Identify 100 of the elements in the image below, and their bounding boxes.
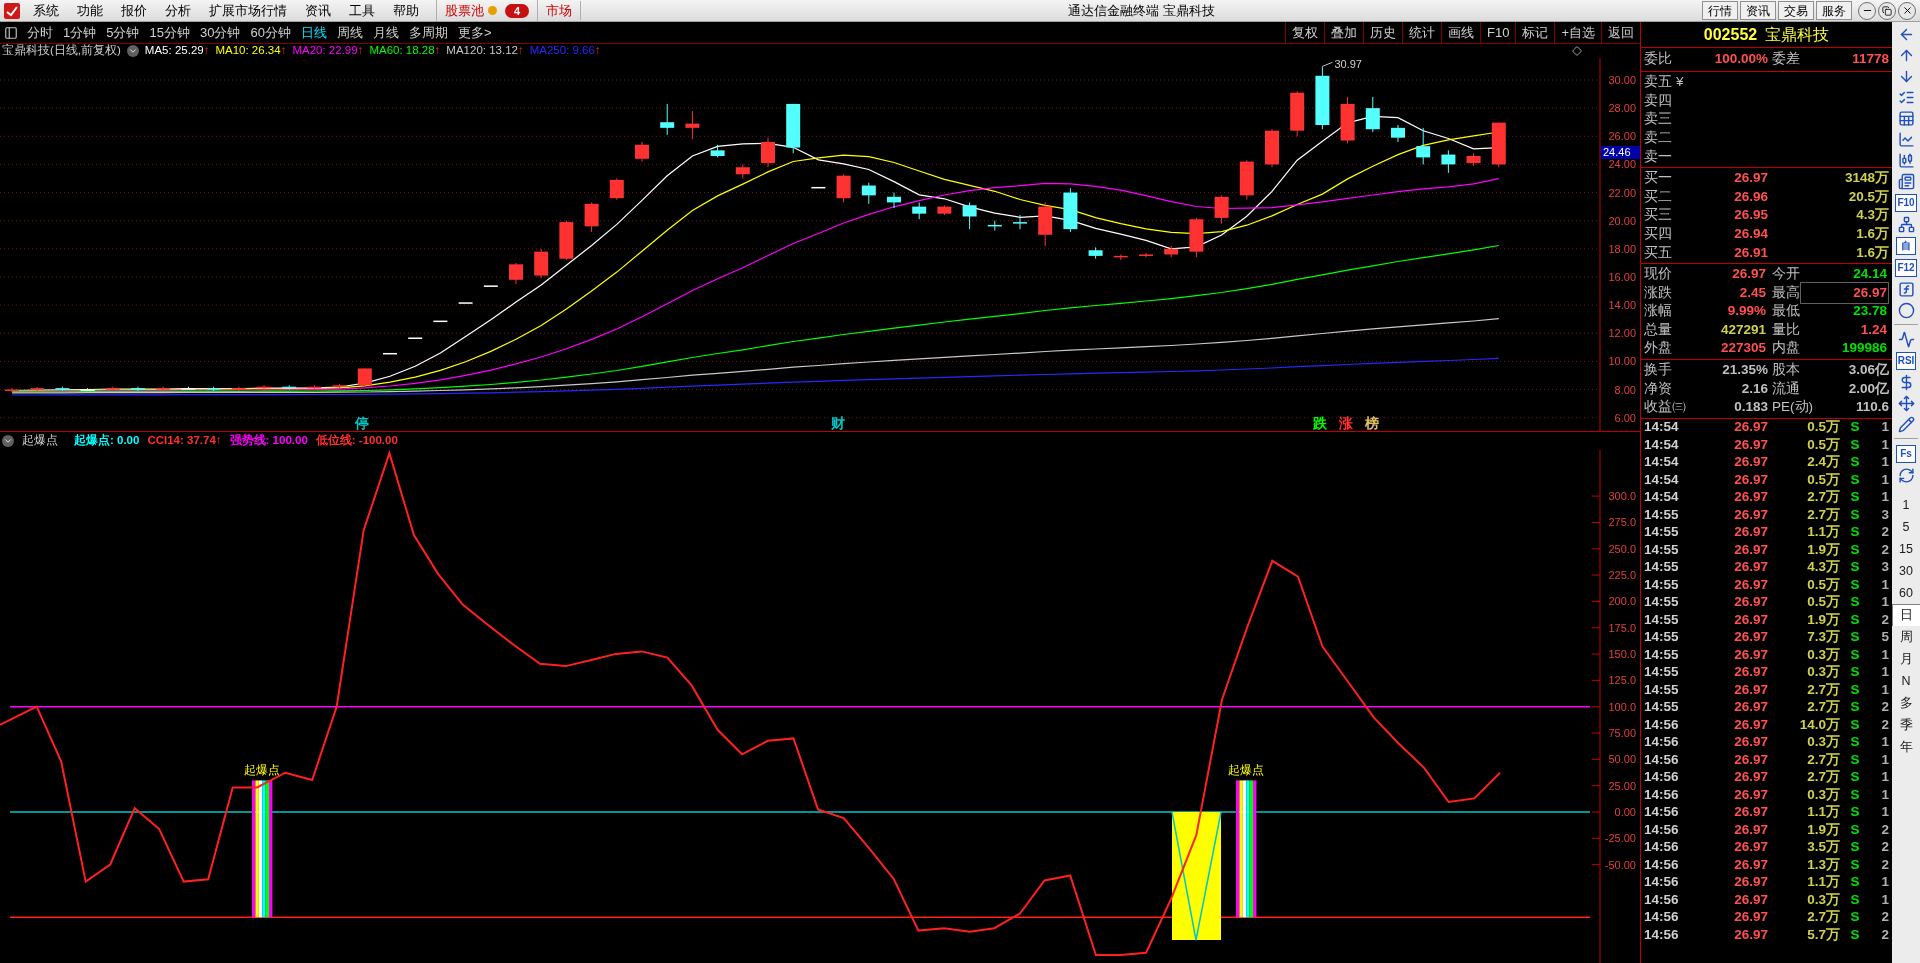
period-tab[interactable]: 1分钟 [58,22,102,43]
tick-time: 14:56 [1644,785,1680,804]
circle-icon[interactable] [1897,302,1915,319]
period-tab[interactable]: 30分钟 [194,22,246,43]
chart-tool-button[interactable]: 叠加 [1324,22,1363,43]
candlestick [912,201,927,220]
chart-tool-button[interactable]: 返回 [1601,22,1640,43]
chart-tool-button[interactable]: 历史 [1363,22,1402,43]
chart-tool-button[interactable]: +自选 [1554,22,1601,43]
menu-item[interactable]: 资讯 [296,0,340,21]
tool-button[interactable]: 自 [1896,237,1916,255]
tree-icon[interactable] [1897,216,1915,233]
period-button[interactable]: 1 [1892,494,1920,516]
checklist-icon[interactable] [1897,89,1915,106]
chart-tool-button[interactable]: 画线 [1441,22,1480,43]
period-tab[interactable]: 更多> [452,22,497,43]
tool-button[interactable]: F10 [1895,194,1917,212]
period-tab[interactable]: 15分钟 [144,22,195,43]
top-nav-button[interactable]: 资讯 [1740,1,1776,20]
period-button[interactable]: 5 [1892,516,1920,538]
period-tab[interactable]: 5分钟 [101,22,145,43]
line-chart-icon[interactable] [1897,131,1915,148]
function-icon[interactable] [1897,281,1915,298]
period-tab[interactable]: 日线 [295,22,332,43]
top-nav-button[interactable]: 交易 [1778,1,1814,20]
period-button[interactable]: 周 [1892,626,1920,648]
tick-volume: 1.1万 [1806,523,1840,542]
field-label: 买三 [1644,206,1673,225]
tick-volume: 2.7万 [1806,680,1840,699]
pencil-icon[interactable] [1897,416,1915,433]
wave-icon[interactable] [1897,331,1915,348]
tick-time: 14:56 [1644,820,1680,839]
tick-count: 1 [1880,890,1889,909]
tool-button[interactable]: F12 [1895,259,1917,277]
candlestick-icon[interactable] [1897,152,1915,169]
period-tab[interactable]: 60分钟 [245,22,296,43]
axis-label: 300.0 [1608,490,1636,503]
candlestick [433,320,448,323]
axis-label: 18.00 [1608,242,1636,255]
stock-pool-menu[interactable]: 股票池 [445,0,484,21]
period-button[interactable]: 60 [1892,582,1920,604]
tool-button[interactable]: Fs [1896,445,1916,463]
period-button[interactable]: 30 [1892,560,1920,582]
tick-side: S [1849,628,1861,647]
move-icon[interactable] [1897,395,1915,412]
tick-price: 26.97 [1733,768,1768,787]
tick-count: 1 [1880,750,1889,769]
period-tab[interactable]: 周线 [331,22,368,43]
tick-count: 1 [1880,453,1889,472]
period-button[interactable]: 月 [1892,648,1920,670]
tick-volume: 14.0万 [1798,715,1840,734]
close-button[interactable] [1898,1,1916,20]
period-button[interactable]: 年 [1892,736,1920,758]
tick-volume: 1.1万 [1806,803,1840,822]
period-button[interactable]: 15 [1892,538,1920,560]
menu-item[interactable]: 系统 [24,0,68,21]
candlestick [1441,149,1456,174]
tool-button[interactable]: RSI [1895,352,1917,370]
top-nav-button[interactable]: 服务 [1816,1,1852,20]
tick-volume: 0.3万 [1806,733,1840,752]
period-button[interactable]: 季 [1892,714,1920,736]
tick-side: S [1849,715,1861,734]
field-label: 股本 [1772,361,1800,380]
candlestick [206,386,221,392]
restore-button[interactable] [1878,1,1896,20]
axis-label: 275.0 [1608,516,1636,529]
period-button[interactable]: 日 [1892,604,1920,626]
period-tab[interactable]: 分时 [22,22,58,43]
restore-icon [1882,5,1892,16]
tick-count: 1 [1880,680,1889,699]
period-button[interactable]: N [1892,670,1920,692]
chart-tool-button[interactable]: 统计 [1402,22,1441,43]
candlestick [836,173,851,203]
menu-item[interactable]: 扩展市场行情 [200,0,296,21]
period-tab[interactable]: 多周期 [403,22,453,43]
dropdown-icon[interactable] [126,45,139,57]
market-menu[interactable]: 市场 [538,0,582,21]
period-button[interactable]: 多 [1892,692,1920,714]
chart-tool-button[interactable]: 标记 [1515,22,1555,43]
refresh-icon[interactable] [1897,467,1915,484]
menu-item[interactable]: 分析 [156,0,200,21]
chart-tool-button[interactable]: F10 [1480,22,1516,43]
period-tab[interactable]: 月线 [367,22,404,43]
table-icon[interactable] [1897,110,1915,127]
chart-tool-button[interactable]: 复权 [1285,22,1324,43]
menu-item[interactable]: 功能 [68,0,112,21]
minimize-button[interactable] [1858,1,1876,20]
axis-label: 150.0 [1608,648,1636,661]
top-nav-button[interactable]: 行情 [1702,1,1738,20]
menu-item[interactable]: 报价 [112,0,156,21]
candlestick [710,144,725,158]
field-value: 199986 [1840,339,1888,358]
menu-item[interactable]: 工具 [340,0,384,21]
field-label: 买五 [1644,243,1673,262]
panel-toggle-icon[interactable] [4,25,18,40]
candlestick [1416,127,1431,165]
dropdown-icon[interactable] [2,435,14,447]
menu-item[interactable]: 帮助 [384,0,428,21]
document-icon[interactable] [1897,173,1915,190]
tick-count: 2 [1880,838,1889,857]
